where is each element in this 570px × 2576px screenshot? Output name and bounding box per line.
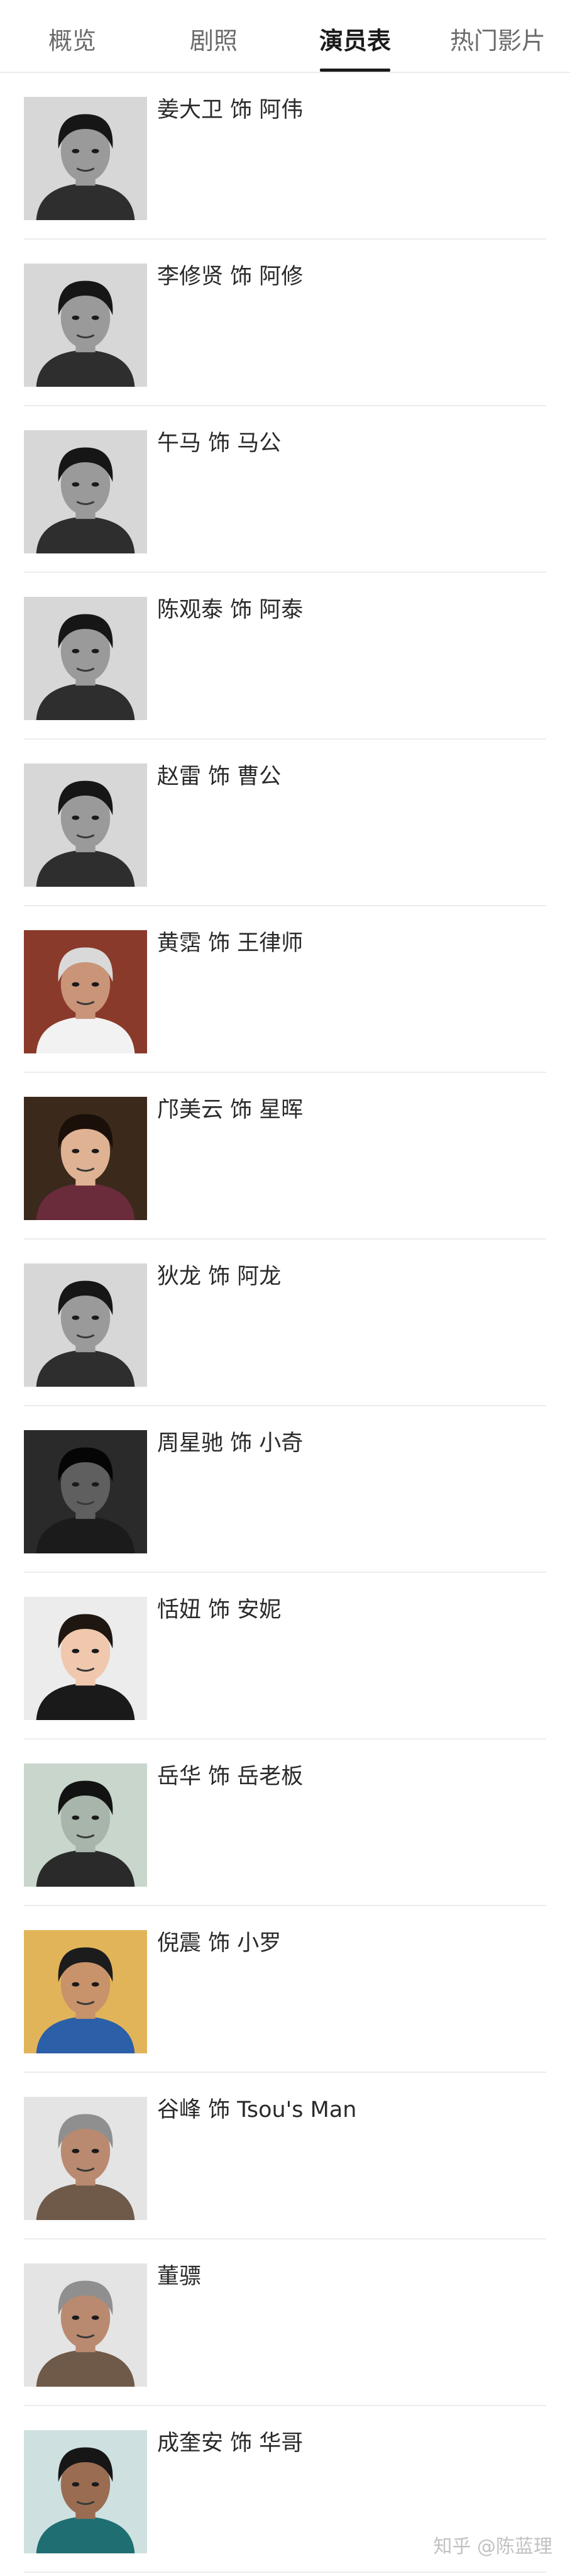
actor-photo[interactable] <box>24 1763 147 1887</box>
actor-photo[interactable] <box>24 2097 147 2220</box>
cast-list-item[interactable]: 岳华 饰 岳老板 <box>0 1740 570 1906</box>
portrait-image <box>24 763 147 887</box>
actor-photo[interactable] <box>24 1597 147 1720</box>
cast-list-item[interactable]: 姜大卫 饰 阿伟 <box>0 73 570 240</box>
actor-role-label[interactable]: 董骠 <box>157 2258 201 2290</box>
actor-photo[interactable] <box>24 430 147 553</box>
actor-photo[interactable] <box>24 1097 147 1220</box>
actor-photo[interactable] <box>24 1263 147 1387</box>
watermark: 知乎 @陈蓝理 <box>433 2536 552 2558</box>
actor-photo[interactable] <box>24 597 147 720</box>
portrait-image <box>24 1763 147 1887</box>
portrait-image <box>24 264 147 387</box>
actor-role-label[interactable]: 周星驰 饰 小奇 <box>157 1425 303 1457</box>
portrait-image <box>24 1597 147 1720</box>
actor-role-label[interactable]: 姜大卫 饰 阿伟 <box>157 92 303 124</box>
actor-role-label[interactable]: 恬妞 饰 安妮 <box>157 1592 281 1624</box>
portrait-image <box>24 2097 147 2220</box>
portrait-image <box>24 930 147 1053</box>
cast-list-item[interactable]: 周星驰 饰 小奇 <box>0 1406 570 1573</box>
portrait-image <box>24 2430 147 2553</box>
portrait-image <box>24 1097 147 1220</box>
actor-photo[interactable] <box>24 1430 147 1553</box>
actor-photo[interactable] <box>24 97 147 220</box>
active-tab-indicator <box>320 69 390 72</box>
cast-list-item[interactable]: 李修贤 饰 阿修 <box>0 240 570 406</box>
tab-label: 剧照 <box>189 27 238 55</box>
portrait-image <box>24 1263 147 1387</box>
portrait-image <box>24 430 147 553</box>
tab-cast[interactable]: 演员表 <box>302 0 408 72</box>
cast-list-item[interactable]: 董骠 <box>0 2240 570 2406</box>
actor-photo[interactable] <box>24 264 147 387</box>
actor-photo[interactable] <box>24 930 147 1053</box>
cast-list-item[interactable]: 赵雷 饰 曹公 <box>0 740 570 906</box>
cast-list-item[interactable]: 邝美云 饰 星晖 <box>0 1073 570 1240</box>
actor-role-label[interactable]: 赵雷 饰 曹公 <box>157 758 281 791</box>
tab-stills[interactable]: 剧照 <box>160 0 267 72</box>
portrait-image <box>24 1430 147 1553</box>
actor-role-label[interactable]: 岳华 饰 岳老板 <box>157 1758 303 1790</box>
cast-list-item[interactable]: 倪震 饰 小罗 <box>0 1906 570 2073</box>
actor-role-label[interactable]: 倪震 饰 小罗 <box>157 1925 281 1957</box>
tab-popular-films[interactable]: 热门影片 <box>438 0 557 72</box>
actor-photo[interactable] <box>24 2430 147 2553</box>
tab-bar: 概览 剧照 演员表 热门影片 <box>0 0 570 73</box>
cast-list-item[interactable]: 谷峰 饰 Tsou's Man <box>0 2073 570 2240</box>
actor-role-label[interactable]: 黄霑 饰 王律师 <box>157 925 303 957</box>
actor-role-label[interactable]: 午马 饰 马公 <box>157 425 281 457</box>
actor-photo[interactable] <box>24 2263 147 2387</box>
portrait-image <box>24 597 147 720</box>
cast-list-item[interactable]: 恬妞 饰 安妮 <box>0 1573 570 1740</box>
actor-role-label[interactable]: 谷峰 饰 Tsou's Man <box>157 2092 356 2124</box>
portrait-image <box>24 1930 147 2053</box>
cast-list-item[interactable]: 狄龙 饰 阿龙 <box>0 1240 570 1406</box>
tab-label: 热门影片 <box>449 27 545 55</box>
tab-label: 演员表 <box>319 27 391 55</box>
actor-photo[interactable] <box>24 1930 147 2053</box>
actor-role-label[interactable]: 陈观泰 饰 阿泰 <box>157 592 303 624</box>
cast-list-item[interactable]: 午马 饰 马公 <box>0 406 570 573</box>
row-divider <box>24 2572 546 2573</box>
actor-role-label[interactable]: 狄龙 饰 阿龙 <box>157 1258 281 1291</box>
cast-list-item[interactable]: 黄霑 饰 王律师 <box>0 906 570 1073</box>
portrait-image <box>24 2263 147 2387</box>
actor-role-label[interactable]: 邝美云 饰 星晖 <box>157 1092 303 1124</box>
actor-role-label[interactable]: 李修贤 饰 阿修 <box>157 258 303 291</box>
portrait-image <box>24 97 147 220</box>
actor-photo[interactable] <box>24 763 147 887</box>
actor-role-label[interactable]: 成奎安 饰 华哥 <box>157 2425 303 2457</box>
cast-list-item[interactable]: 陈观泰 饰 阿泰 <box>0 573 570 740</box>
tab-label: 概览 <box>48 27 96 55</box>
tab-overview[interactable]: 概览 <box>19 0 126 72</box>
